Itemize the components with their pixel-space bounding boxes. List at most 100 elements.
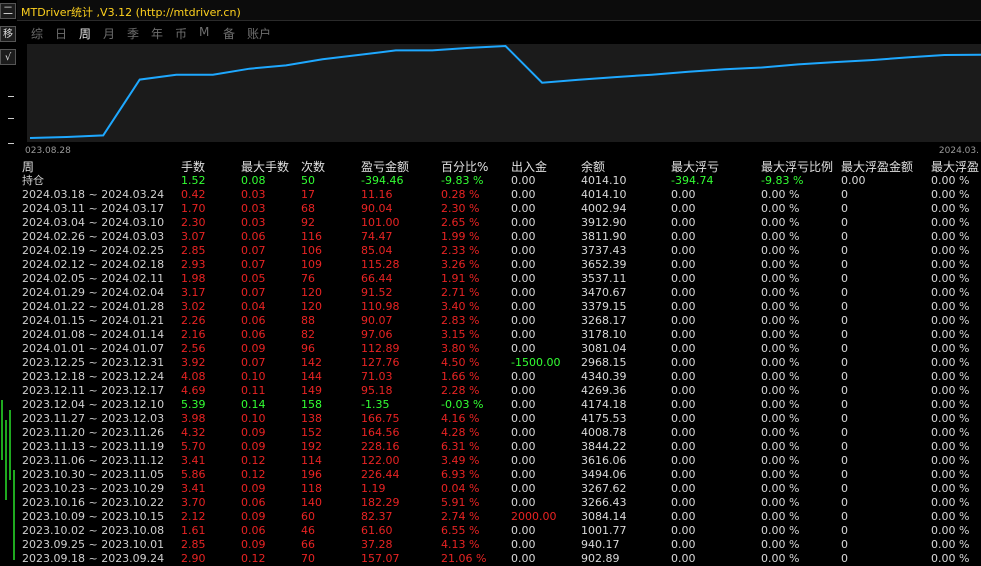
cell-max-float-profit-amt: 0 [841, 384, 848, 397]
cell-max-float-profit-amt: 0 [841, 258, 848, 271]
tab-1[interactable]: 日 [55, 25, 79, 43]
header-pnl[interactable]: 盈亏金额 [361, 160, 409, 174]
cell-pnl: 90.07 [361, 314, 393, 327]
strip-button-minimize[interactable]: 二 [0, 3, 16, 19]
table-row[interactable]: 2024.03.18 ~ 2024.03.24 0.42 0.03 17 11.16 0.… [22, 188, 981, 202]
strip-button-check[interactable]: √ [0, 49, 16, 65]
table-row[interactable]: 2024.01.29 ~ 2024.02.04 3.17 0.07 120 91.52 2… [22, 286, 981, 300]
table-row[interactable]: 2023.10.09 ~ 2023.10.15 2.12 0.09 60 82.37 2.… [22, 510, 981, 524]
cell-max-float: 0.00 [671, 314, 696, 327]
tab-3[interactable]: 月 [103, 25, 127, 43]
table-row[interactable]: 2024.02.19 ~ 2024.02.25 2.85 0.07 106 85.04 2… [22, 244, 981, 258]
tab-5[interactable]: 年 [151, 25, 175, 43]
cell-max-float-profit: 0.00 % [931, 300, 970, 313]
equity-line [29, 44, 981, 139]
table-row[interactable]: 2023.11.20 ~ 2023.11.26 4.32 0.09 152 164.56… [22, 426, 981, 440]
tab-8[interactable]: 备 [223, 25, 247, 43]
header-period[interactable]: 周 [22, 160, 34, 174]
table-row[interactable]: 2023.10.02 ~ 2023.10.08 1.61 0.06 46 61.60 6.… [22, 524, 981, 538]
header-max-floating-loss-pct[interactable]: 最大浮亏比例 [761, 160, 833, 174]
cell-max-float-profit: 0.00 % [931, 552, 970, 565]
table-row[interactable]: 2023.12.25 ~ 2023.12.31 3.92 0.07 142 127.76… [22, 356, 981, 370]
table-row[interactable]: 2023.11.06 ~ 2023.11.12 3.41 0.12 114 122.00… [22, 454, 981, 468]
header-max-floating-profit-amount[interactable]: 最大浮盈金额 [841, 160, 913, 174]
table-row[interactable]: 2024.03.11 ~ 2024.03.17 1.70 0.03 68 90.04 2.… [22, 202, 981, 216]
cell-count: 17 [301, 188, 315, 201]
header-lots[interactable]: 手数 [181, 160, 205, 174]
tab-9[interactable]: 账户 [247, 25, 277, 43]
table-row[interactable]: 2023.11.27 ~ 2023.12.03 3.98 0.10 138 166.75… [22, 412, 981, 426]
cell-max-float-profit: 0.00 % [931, 202, 970, 215]
table-row[interactable]: 2023.09.25 ~ 2023.10.01 2.85 0.09 66 37.28 4.… [22, 538, 981, 552]
cell-pnl: 11.16 [361, 188, 393, 201]
title-bar: MTDriver统计 ,V3.12 (http://mtdriver.cn) [17, 0, 981, 21]
cell-max-float: 0.00 [671, 188, 696, 201]
header-deposit-withdrawal[interactable]: 出入金 [511, 160, 547, 174]
cell-lots: 3.17 [181, 286, 206, 299]
cell-pnl: 112.89 [361, 342, 400, 355]
table-row[interactable]: 2023.10.16 ~ 2023.10.22 3.70 0.06 140 182.29… [22, 496, 981, 510]
cell-max-float-profit-amt: 0 [841, 538, 848, 551]
table-row[interactable]: 2023.12.11 ~ 2023.12.17 4.69 0.11 149 95.18 2… [22, 384, 981, 398]
cell-io: 0.00 [511, 216, 536, 229]
header-pct[interactable]: 百分比% [441, 160, 488, 174]
cell-lots: 4.08 [181, 370, 206, 383]
table-row[interactable]: 2023.09.18 ~ 2023.09.24 2.90 0.12 70 157.07 2… [22, 552, 981, 566]
header-max-floating-loss[interactable]: 最大浮亏 [671, 160, 719, 174]
table-row[interactable]: 2024.02.05 ~ 2024.02.11 1.98 0.05 76 66.44 1.… [22, 272, 981, 286]
cell-io: 0.00 [511, 496, 536, 509]
cell-pct: 6.93 % [441, 468, 480, 481]
header-count[interactable]: 次数 [301, 160, 325, 174]
cell-max-float-profit: 0.00 % [931, 426, 970, 439]
cell-max-float-pct: 0.00 % [761, 412, 800, 425]
table-row[interactable]: 2024.03.04 ~ 2024.03.10 2.30 0.03 92 101.00 2… [22, 216, 981, 230]
header-max-lots[interactable]: 最大手数 [241, 160, 289, 174]
table-row[interactable]: 2023.12.18 ~ 2023.12.24 4.08 0.10 144 71.03 1… [22, 370, 981, 384]
strip-button-move[interactable]: 移 [0, 26, 16, 42]
equity-chart [27, 44, 981, 142]
cell-io: 0.00 [511, 538, 536, 551]
table-row[interactable]: 2024.01.22 ~ 2024.01.28 3.02 0.04 120 110.98… [22, 300, 981, 314]
cell-max-float-pct: 0.00 % [761, 496, 800, 509]
table-row[interactable]: 2024.01.01 ~ 2024.01.07 2.56 0.09 96 112.89 3… [22, 342, 981, 356]
cell-max-lots: 0.06 [241, 524, 266, 537]
cell-max-float-pct: 0.00 % [761, 510, 800, 523]
tab-7[interactable]: M [199, 25, 223, 43]
table-row[interactable]: 2024.02.26 ~ 2024.03.03 3.07 0.06 116 74.47 1… [22, 230, 981, 244]
tab-2[interactable]: 周 [79, 25, 103, 43]
table-row[interactable]: 2023.12.04 ~ 2023.12.10 5.39 0.14 158 -1.35 -… [22, 398, 981, 412]
cell-lots: 1.98 [181, 272, 206, 285]
cell-pct: 6.55 % [441, 524, 480, 537]
table-row-position[interactable]: 持仓 1.52 0.08 50 -394.46 -9.83 % 0.00 4014.10 -39… [22, 174, 981, 188]
table-row[interactable]: 2023.10.23 ~ 2023.10.29 3.41 0.09 118 1.19 0.… [22, 482, 981, 496]
tab-0[interactable]: 综 [31, 25, 55, 43]
cell-max-lots: 0.12 [241, 552, 266, 565]
cell-max-float-profit-amt: 0 [841, 328, 848, 341]
table-row[interactable]: 2024.01.08 ~ 2024.01.14 2.16 0.06 82 97.06 3.… [22, 328, 981, 342]
cell-count: 82 [301, 328, 315, 341]
cell-count: 50 [301, 174, 315, 187]
cell-balance: 3912.90 [581, 216, 627, 229]
cell-pct: -9.83 % [441, 174, 484, 187]
cell-max-float-profit-amt: 0 [841, 244, 848, 257]
tab-6[interactable]: 币 [175, 25, 199, 43]
cell-max-float-profit: 0.00 % [931, 398, 970, 411]
table-row[interactable]: 2023.11.13 ~ 2023.11.19 5.70 0.09 192 228.16… [22, 440, 981, 454]
cell-max-float-profit-amt: 0 [841, 188, 848, 201]
cell-balance: 1001.77 [581, 524, 627, 537]
cell-count: 144 [301, 370, 322, 383]
cell-lots: 0.42 [181, 188, 206, 201]
cell-pct: 3.40 % [441, 300, 480, 313]
cell-max-lots: 0.04 [241, 300, 266, 313]
tab-4[interactable]: 季 [127, 25, 151, 43]
cell-pct: 2.83 % [441, 314, 480, 327]
header-balance[interactable]: 余额 [581, 160, 605, 174]
header-max-floating-profit[interactable]: 最大浮盈 [931, 160, 979, 174]
table-row[interactable]: 2024.02.12 ~ 2024.02.18 2.93 0.07 109 115.28… [22, 258, 981, 272]
table-row[interactable]: 2024.01.15 ~ 2024.01.21 2.26 0.06 88 90.07 2.… [22, 314, 981, 328]
cell-max-float: 0.00 [671, 328, 696, 341]
cell-max-float-profit: 0.00 % [931, 524, 970, 537]
cell-io: 0.00 [511, 398, 536, 411]
table-row[interactable]: 2023.10.30 ~ 2023.11.05 5.86 0.12 196 226.44… [22, 468, 981, 482]
cell-count: 120 [301, 300, 322, 313]
